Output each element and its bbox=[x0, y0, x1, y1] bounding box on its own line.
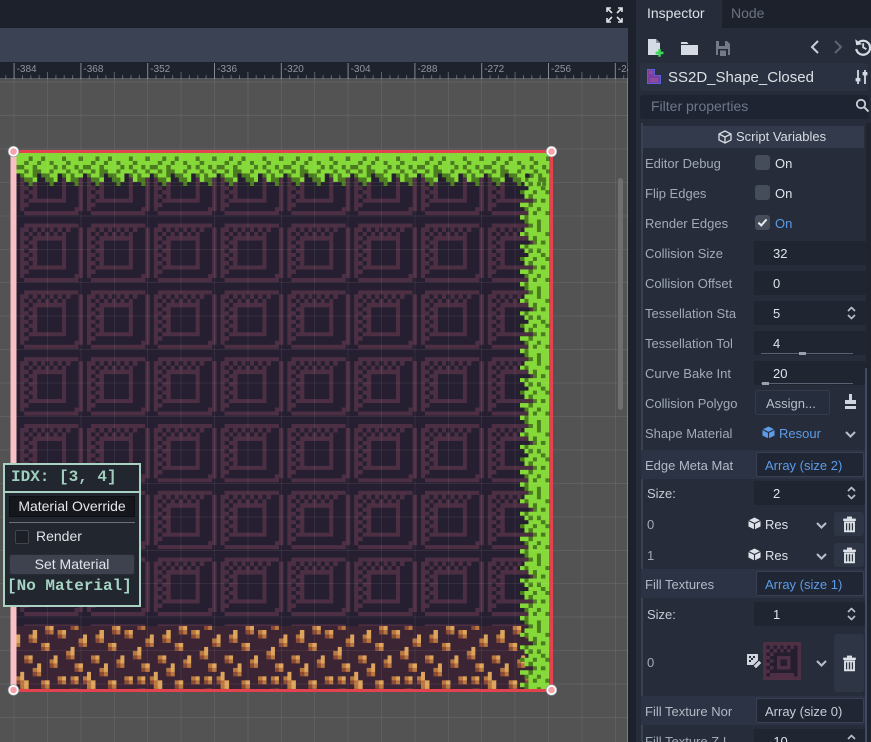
svg-text:-336: -336 bbox=[217, 64, 237, 75]
svg-text:-256: -256 bbox=[551, 64, 571, 75]
svg-text:-272: -272 bbox=[484, 64, 504, 75]
svg-text:-304: -304 bbox=[351, 64, 371, 75]
svg-text:-352: -352 bbox=[150, 64, 170, 75]
svg-text:-288: -288 bbox=[417, 64, 437, 75]
svg-text:-368: -368 bbox=[83, 64, 103, 75]
svg-text:-384: -384 bbox=[17, 64, 37, 75]
svg-text:-320: -320 bbox=[284, 64, 304, 75]
